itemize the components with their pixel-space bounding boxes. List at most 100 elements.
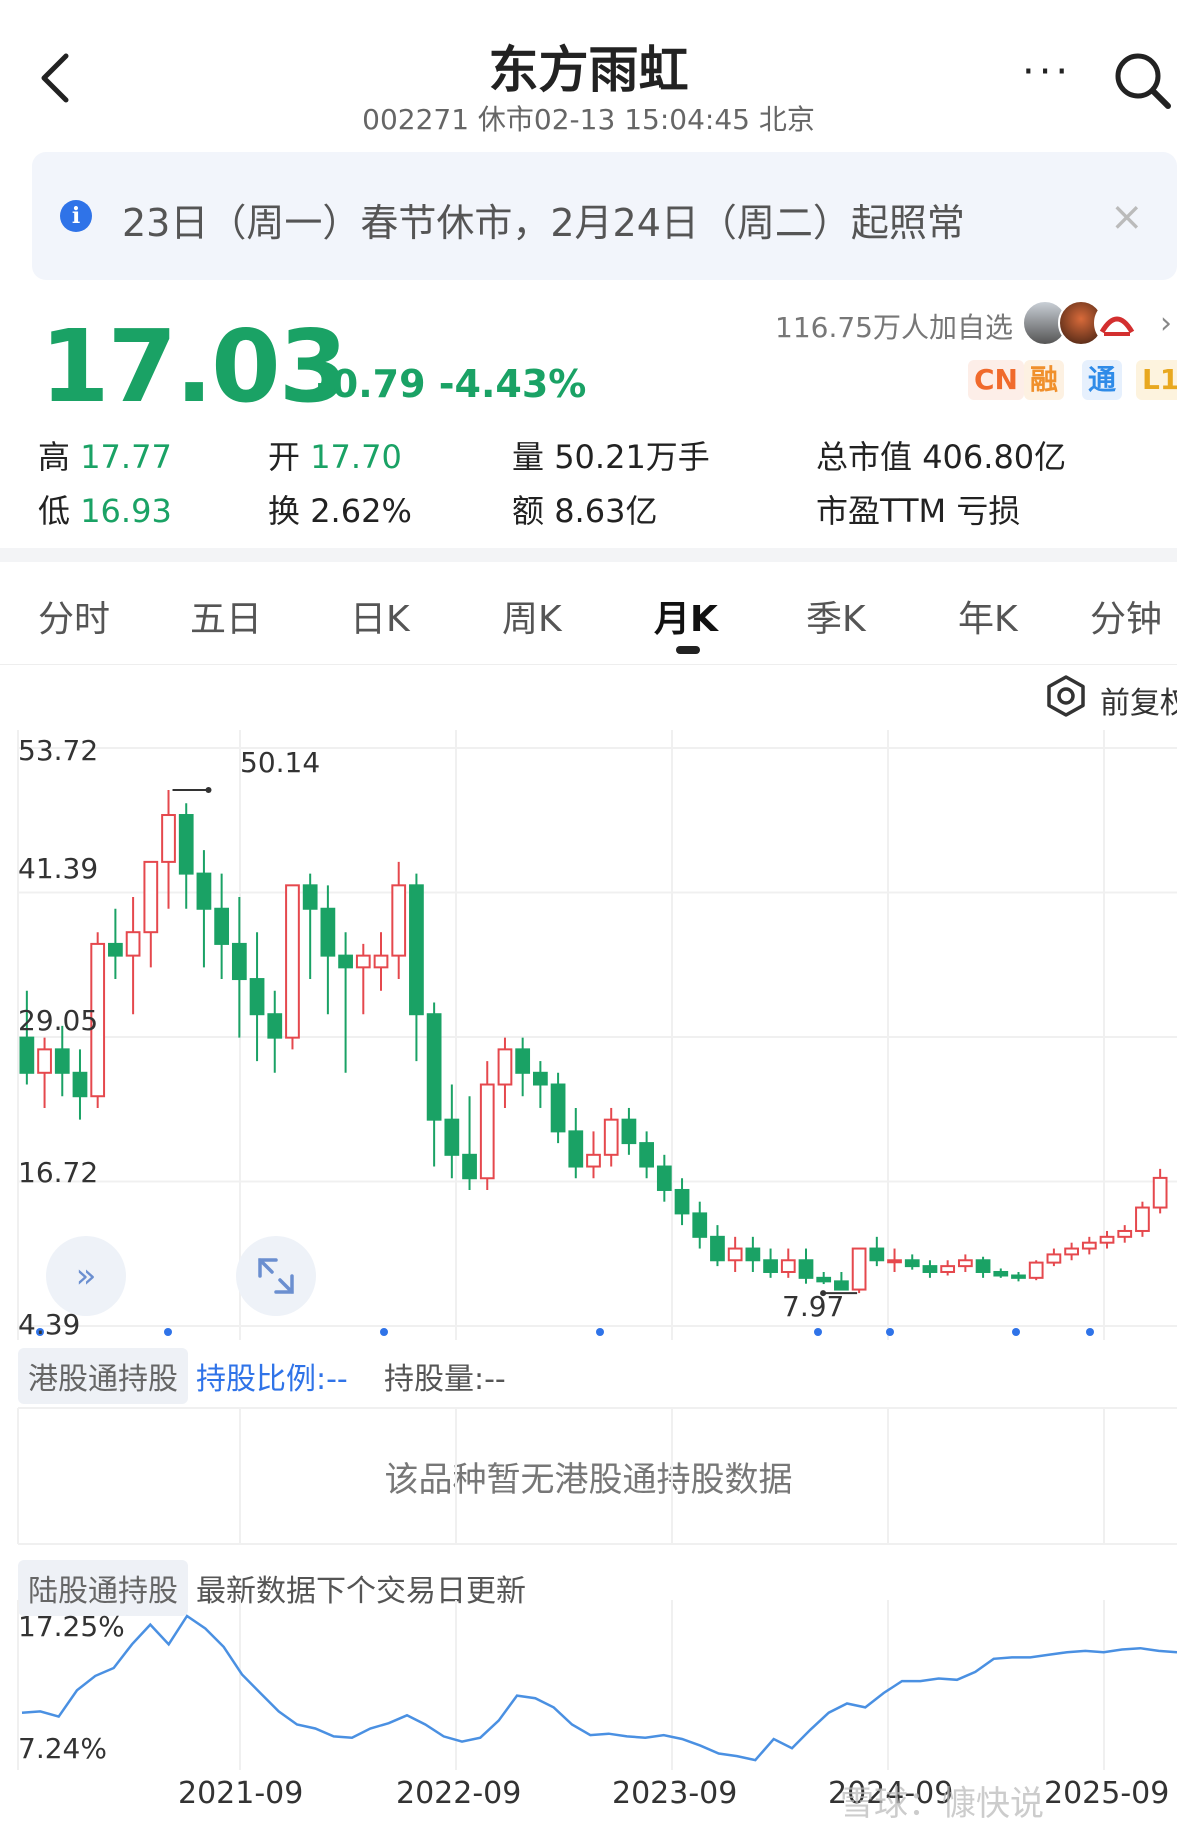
settings-hexagon-icon[interactable] [1044, 674, 1088, 718]
fast-forward-icon[interactable]: » [46, 1236, 126, 1316]
candle-body [355, 954, 371, 969]
stat-low: 低 16.93 [38, 492, 172, 530]
candle-body [1028, 1261, 1044, 1279]
section-divider [0, 548, 1177, 562]
candle-body [409, 884, 424, 1016]
candle-body [692, 1212, 708, 1238]
candle-body [196, 872, 212, 910]
candle-body [1152, 1176, 1168, 1209]
kline-chart[interactable] [0, 722, 1177, 1342]
expand-icon[interactable] [236, 1236, 316, 1316]
notice-text: 23日（周一）春节休市，2月24日（周二）起照常 [122, 201, 965, 245]
price-change: -0.79 -4.43% [316, 362, 587, 406]
y-tick-label: 17.25% [18, 1610, 125, 1643]
candle-body [957, 1259, 973, 1268]
tab-quarterly-k[interactable]: 季K [806, 590, 866, 642]
candle-body [745, 1247, 761, 1262]
candle-body [816, 1276, 832, 1283]
candle-body [267, 1013, 283, 1039]
event-marker [814, 1328, 822, 1336]
candle-body [710, 1235, 725, 1262]
event-marker [596, 1328, 604, 1336]
candle-body [639, 1142, 654, 1168]
x-tick-label: 2022-09 [396, 1776, 522, 1811]
northbound-holding-chart[interactable] [0, 1600, 1177, 1770]
candle-body [869, 1247, 885, 1262]
tab-monthly-k[interactable]: 月K [654, 590, 718, 642]
max-price-annotation: 50.14 [240, 746, 321, 779]
hk-ratio[interactable]: 持股比例:-- [196, 1354, 348, 1398]
y-tick-label: 41.39 [18, 852, 99, 885]
tab-minute[interactable]: 分钟 [1090, 590, 1162, 642]
candle-body [515, 1048, 531, 1074]
candle-body [444, 1118, 460, 1156]
candle-body [214, 907, 230, 945]
candle-body [834, 1280, 849, 1291]
tag-connect[interactable]: 通 [1082, 360, 1123, 400]
candle-body [550, 1083, 566, 1133]
chevron-right-icon[interactable]: › [1160, 306, 1172, 341]
close-icon[interactable]: × [1110, 194, 1144, 240]
y-tick-label: 7.24% [18, 1732, 107, 1765]
tag-l1[interactable]: L1 [1136, 360, 1177, 400]
current-price: 17.03 [40, 308, 348, 425]
candle-body [1117, 1229, 1133, 1238]
stat-high: 高 17.77 [38, 438, 172, 476]
candle-body [338, 954, 353, 969]
candle-body [887, 1259, 902, 1264]
candle-body [108, 942, 123, 957]
candle-body [1099, 1235, 1115, 1244]
tab-yearly-k[interactable]: 年K [958, 590, 1018, 642]
stock-code-status: 002271 休市02-13 15:04:45 北京 [362, 103, 815, 136]
stat-amount: 额 8.63亿 [512, 492, 658, 530]
active-tab-indicator [676, 646, 700, 654]
candle-body [603, 1118, 619, 1156]
hk-chart-area [0, 1400, 1177, 1548]
event-marker [886, 1328, 894, 1336]
candle-body [586, 1153, 601, 1168]
event-marker [380, 1328, 388, 1336]
candle-body [1046, 1253, 1062, 1264]
candle-body [568, 1130, 584, 1168]
watermark: 雪球：慷快说 [840, 1784, 1044, 1824]
search-icon[interactable] [1112, 48, 1172, 112]
event-marker [164, 1328, 172, 1336]
y-tick-label: 29.05 [18, 1004, 99, 1037]
candle-body [780, 1259, 796, 1273]
y-tick-label: 16.72 [18, 1156, 99, 1189]
stock-name: 东方雨虹 [488, 41, 689, 99]
tab-daily-k[interactable]: 日K [350, 590, 410, 642]
watchlist-count[interactable]: 116.75万人加自选 [775, 306, 1013, 346]
tag-cn[interactable]: CN [968, 360, 1024, 400]
candle-body [674, 1188, 690, 1215]
candle-body [993, 1270, 1009, 1277]
candle-body [656, 1165, 672, 1191]
candle-body [1081, 1241, 1097, 1250]
stat-pe-ttm: 市盈TTM 亏损 [816, 492, 1021, 530]
follower-avatar [1094, 300, 1140, 346]
candle-body [763, 1259, 778, 1273]
max-dot [205, 786, 212, 793]
tab-intraday[interactable]: 分时 [38, 590, 110, 642]
candle-body [462, 1153, 477, 1180]
adjust-mode-label[interactable]: 前复权 [1100, 678, 1177, 722]
tag-margin[interactable]: 融 [1024, 360, 1065, 400]
candle-body [851, 1247, 867, 1291]
tab-five-day[interactable]: 五日 [190, 590, 262, 642]
event-marker [1012, 1328, 1020, 1336]
candle-body [1064, 1247, 1079, 1256]
tab-weekly-k[interactable]: 周K [502, 590, 562, 642]
stat-open: 开 17.70 [268, 438, 402, 476]
event-marker [1086, 1328, 1094, 1336]
candle-body [285, 884, 300, 1039]
candle-body [727, 1247, 743, 1262]
candle-body [37, 1048, 52, 1074]
candle-body [391, 884, 407, 957]
candle-body [320, 907, 336, 957]
more-icon[interactable]: ··· [1022, 52, 1072, 92]
candle-body [922, 1265, 938, 1273]
candle-body [904, 1259, 920, 1268]
candle-body [533, 1071, 548, 1086]
min-price-annotation: 7.97 [782, 1290, 845, 1323]
candle-body [161, 814, 176, 863]
